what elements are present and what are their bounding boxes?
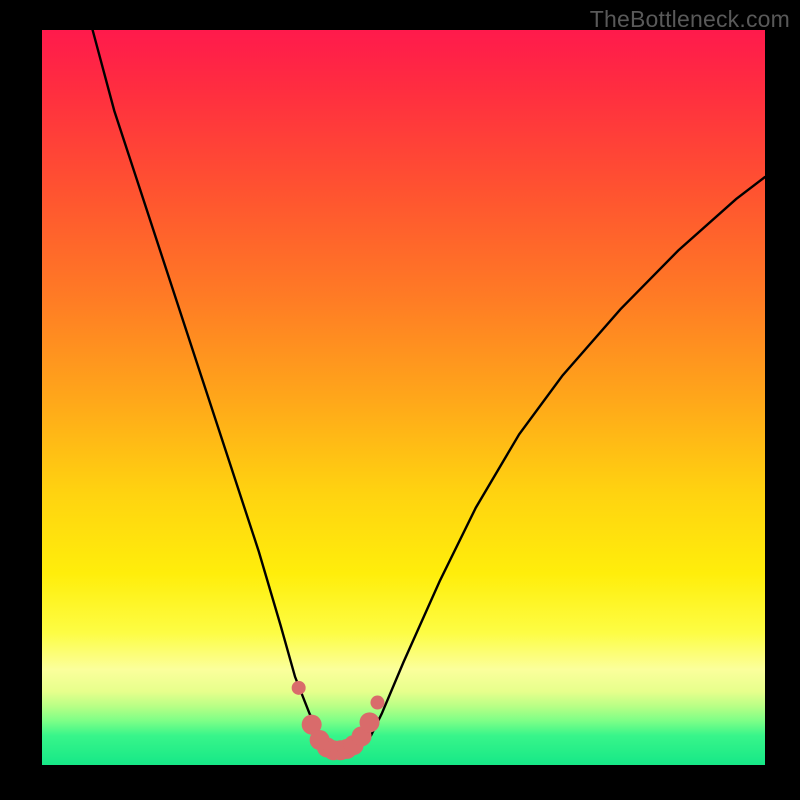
chart-svg [42, 30, 765, 765]
watermark-text: TheBottleneck.com [590, 6, 790, 33]
bottleneck-curve [93, 30, 765, 750]
optimal-marker [360, 712, 380, 732]
plot-area [42, 30, 765, 765]
optimal-marker [370, 696, 384, 710]
optimal-markers [292, 681, 385, 760]
optimal-marker [292, 681, 306, 695]
chart-frame: TheBottleneck.com [0, 0, 800, 800]
